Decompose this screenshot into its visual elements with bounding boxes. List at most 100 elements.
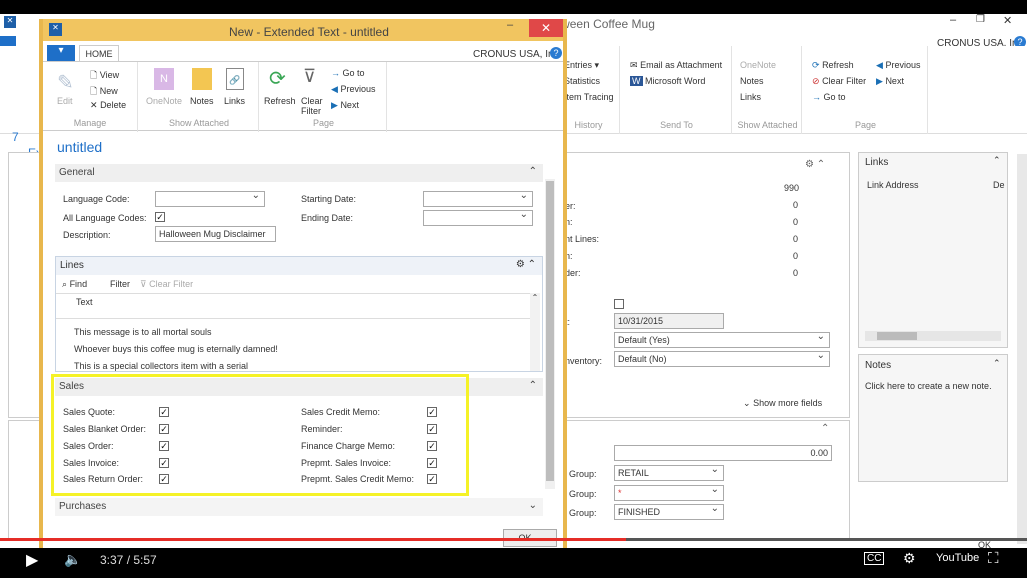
onenote-button[interactable]: OneNote bbox=[146, 96, 182, 106]
statistics-button[interactable]: Statistics bbox=[564, 76, 600, 86]
bg-next-button[interactable]: ▶ Next bbox=[876, 76, 904, 87]
bg-previous-label: Previous bbox=[885, 60, 921, 70]
find-button[interactable]: ⌕ Find bbox=[62, 279, 87, 290]
bg-label-5: der: bbox=[565, 268, 581, 278]
bg-default-yes-select[interactable]: Default (Yes) bbox=[614, 331, 830, 348]
entries-button[interactable]: Entries ▾ bbox=[564, 60, 599, 71]
close-icon[interactable]: ✕ bbox=[1003, 14, 1012, 27]
bg-previous-button[interactable]: ◀ Previous bbox=[876, 60, 920, 71]
links-button[interactable]: Links bbox=[224, 96, 245, 106]
lines-header[interactable]: Lines ⚙ ⌃ bbox=[56, 257, 542, 275]
starting-date-field[interactable] bbox=[423, 190, 533, 207]
bg-value-4[interactable]: 0 bbox=[793, 234, 798, 244]
extended-text-dialog: ✕ New - Extended Text - untitled – ✕ ▾ H… bbox=[39, 19, 567, 563]
fullscreen-icon[interactable]: ⛶ bbox=[988, 550, 999, 567]
dialog-scrollbar[interactable] bbox=[545, 179, 555, 489]
email-attachment-button[interactable]: ✉ Email as Attachment bbox=[630, 60, 722, 71]
bg-value-5[interactable]: 0 bbox=[793, 251, 798, 261]
goto-button[interactable]: → Go to bbox=[331, 68, 365, 78]
video-controls: ▶ 🔈 3:37 / 5:57 CC ⚙ YouTube ⛶ bbox=[0, 548, 1027, 578]
sales-collapse-icon[interactable]: ⌃ bbox=[529, 380, 537, 391]
bg-value-3[interactable]: 0 bbox=[793, 217, 798, 227]
captions-icon[interactable]: CC bbox=[864, 552, 885, 565]
dialog-help-icon[interactable]: ? bbox=[550, 47, 562, 59]
links-collapse-icon[interactable]: ⌃ bbox=[993, 155, 1001, 166]
settings-hd-icon[interactable]: ⚙ bbox=[903, 550, 916, 567]
next-button[interactable]: ▶ Next bbox=[331, 100, 359, 111]
create-note-link[interactable]: Click here to create a new note. bbox=[865, 381, 992, 391]
description-label: Description: bbox=[63, 230, 111, 240]
video-progress-fill bbox=[0, 538, 627, 541]
new-button[interactable]: 🗋 New bbox=[90, 84, 118, 100]
bg-item-number: 7 bbox=[12, 130, 19, 144]
youtube-logo-icon[interactable]: YouTube bbox=[936, 552, 979, 564]
bg-value-1[interactable]: 990 bbox=[784, 183, 799, 193]
bg-notes-button[interactable]: Notes bbox=[740, 76, 764, 86]
language-code-select[interactable] bbox=[155, 190, 265, 207]
bg-page-label: Page bbox=[854, 120, 877, 130]
lines-clear-filter-button[interactable]: ⊽ Clear Filter bbox=[140, 279, 193, 290]
edit-button[interactable]: Edit bbox=[57, 96, 73, 106]
bg-label-3: nt Lines: bbox=[565, 234, 600, 244]
bg-group-select-1[interactable]: RETAIL bbox=[614, 464, 724, 481]
bg-scrollbar[interactable] bbox=[1017, 154, 1027, 544]
notes-factbox: Notes ⌃ Click here to create a new note. bbox=[858, 354, 1008, 482]
links-scrollbar[interactable] bbox=[865, 331, 1001, 341]
general-section-header[interactable]: General ⌃ bbox=[55, 164, 543, 182]
line-row-3[interactable]: This is a special collectors item with a… bbox=[74, 361, 248, 371]
view-button[interactable]: 🗋 View bbox=[90, 68, 119, 84]
bg-checkbox[interactable] bbox=[614, 299, 624, 309]
links-scroll-thumb[interactable] bbox=[877, 332, 917, 340]
bg-goto-button[interactable]: → Go to bbox=[812, 92, 846, 102]
item-tracing-button[interactable]: Item Tracing bbox=[564, 92, 614, 102]
description-field[interactable]: Halloween Mug Disclaimer bbox=[155, 226, 276, 242]
word-button[interactable]: W Microsoft Word bbox=[630, 76, 705, 86]
dialog-close-icon[interactable]: ✕ bbox=[529, 19, 563, 37]
bg-refresh-button[interactable]: ⟳ Refresh bbox=[812, 60, 854, 71]
bg-onenote-button[interactable]: OneNote bbox=[740, 60, 776, 70]
bg-lower-collapse-icon[interactable]: ⌃ bbox=[821, 423, 829, 434]
dialog-file-tab[interactable]: ▾ bbox=[47, 45, 75, 61]
minimize-icon[interactable]: – bbox=[950, 14, 956, 26]
bg-settings-icon[interactable]: ⚙ ⌃ bbox=[805, 159, 825, 170]
bg-value-2[interactable]: 0 bbox=[793, 200, 798, 210]
dialog-scroll-thumb[interactable] bbox=[546, 181, 554, 481]
general-collapse-icon[interactable]: ⌃ bbox=[529, 166, 537, 177]
bg-date-field[interactable]: 10/31/2015 bbox=[614, 313, 724, 329]
all-language-codes-checkbox[interactable]: ✓ bbox=[155, 212, 165, 222]
bg-group-select-3[interactable]: FINISHED bbox=[614, 503, 724, 520]
filter-button[interactable]: Filter bbox=[110, 279, 130, 289]
send-to-label: Send To bbox=[660, 120, 693, 130]
delete-icon: ✕ bbox=[90, 100, 98, 110]
show-more-fields-link[interactable]: ⌄ Show more fields bbox=[743, 398, 822, 409]
dialog-minimize-icon[interactable]: – bbox=[507, 19, 513, 31]
bg-page-group: ⟳ Refresh ⊘ Clear Filter → Go to ◀ Previ… bbox=[804, 46, 928, 134]
maximize-icon[interactable]: ❐ bbox=[976, 14, 985, 25]
notes-collapse-icon[interactable]: ⌃ bbox=[993, 358, 1001, 369]
send-to-group: ✉ Email as Attachment W Microsoft Word S… bbox=[622, 46, 732, 134]
history-group: Entries ▾ Statistics Item Tracing Histor… bbox=[558, 46, 620, 134]
view-icon: 🗋 bbox=[90, 70, 98, 80]
play-icon[interactable]: ▶ bbox=[26, 550, 38, 570]
lines-scrollbar[interactable]: ⌃ bbox=[530, 293, 540, 371]
refresh-button[interactable]: Refresh bbox=[264, 96, 296, 106]
purchases-section-header[interactable]: Purchases ⌄ bbox=[55, 498, 543, 516]
mute-icon[interactable]: 🔈 bbox=[64, 551, 81, 568]
line-row-2[interactable]: Whoever buys this coffee mug is eternall… bbox=[74, 344, 278, 354]
clear-filter-button[interactable]: Clear Filter bbox=[301, 96, 325, 116]
purchases-expand-icon[interactable]: ⌄ bbox=[529, 500, 537, 511]
ending-date-field[interactable] bbox=[423, 209, 533, 226]
text-column-header[interactable]: Text bbox=[76, 297, 93, 307]
bg-group-select-2[interactable]: * bbox=[614, 484, 724, 501]
delete-button[interactable]: ✕ Delete bbox=[90, 100, 126, 111]
bg-value-6[interactable]: 0 bbox=[793, 268, 798, 278]
home-tab[interactable]: HOME bbox=[79, 45, 119, 61]
lines-settings-icon[interactable]: ⚙ ⌃ bbox=[516, 259, 536, 270]
bg-clear-filter-button[interactable]: ⊘ Clear Filter bbox=[812, 76, 866, 87]
previous-button[interactable]: ◀ Previous bbox=[331, 84, 375, 95]
notes-button[interactable]: Notes bbox=[190, 96, 214, 106]
bg-amount-field[interactable]: 0.00 bbox=[614, 445, 832, 461]
bg-links-button[interactable]: Links bbox=[740, 92, 761, 102]
line-row-1[interactable]: This message is to all mortal souls bbox=[74, 327, 212, 337]
bg-default-no-select[interactable]: Default (No) bbox=[614, 350, 830, 367]
